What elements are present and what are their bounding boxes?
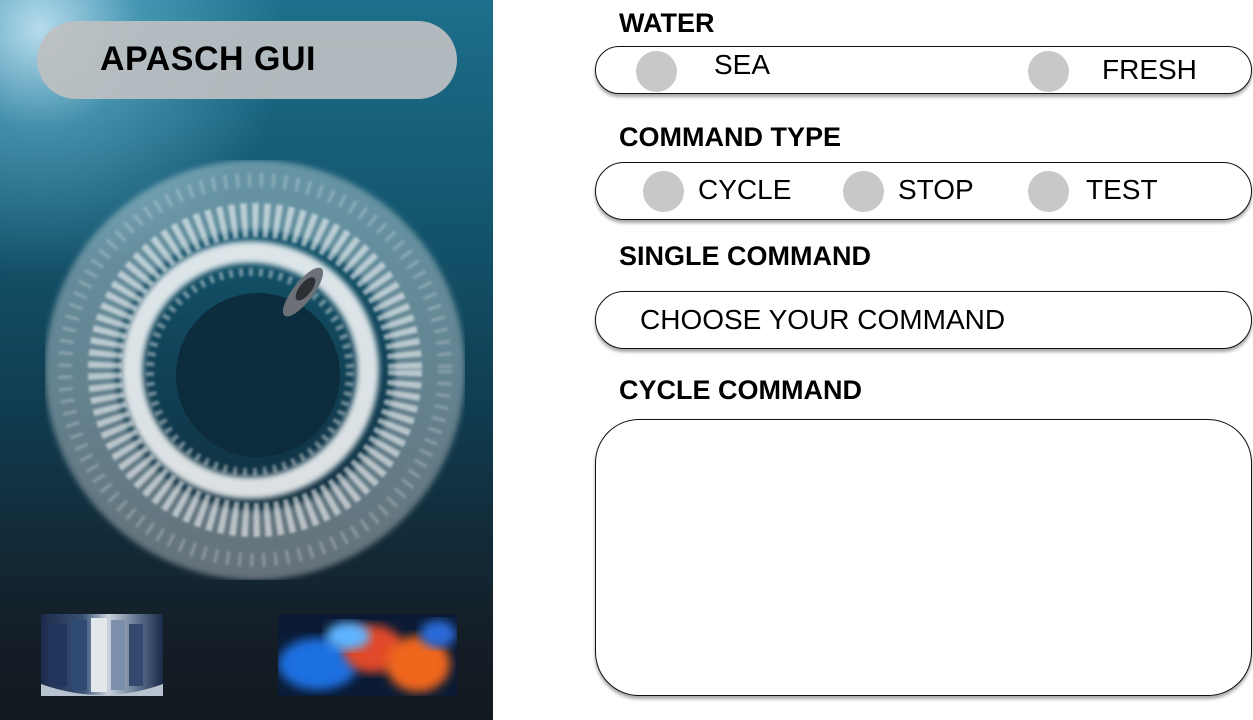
single-command-value[interactable]: CHOOSE YOUR COMMAND [640, 304, 1005, 336]
water-sea-radio[interactable] [636, 51, 677, 92]
command-cycle-label[interactable]: CYCLE [698, 174, 791, 206]
library-architecture-thumbnail [41, 614, 163, 696]
command-test-label[interactable]: TEST [1086, 174, 1158, 206]
command-cycle-radio[interactable] [643, 171, 684, 212]
water-label: WATER [619, 8, 715, 38]
command-stop-radio[interactable] [843, 171, 884, 212]
single-command-label: SINGLE COMMAND [619, 241, 871, 271]
water-sea-label[interactable]: SEA [714, 49, 770, 81]
command-type-label: COMMAND TYPE [619, 122, 841, 152]
water-fresh-label[interactable]: FRESH [1102, 54, 1197, 86]
water-radio-group: SEA FRESH [595, 46, 1252, 94]
command-type-radio-group: CYCLE STOP TEST [595, 162, 1252, 220]
hero-panel: APASCH GUI [0, 0, 493, 720]
cycle-command-label: CYCLE COMMAND [619, 375, 862, 405]
colorful-smoke-thumbnail [278, 614, 457, 696]
cycle-command-textarea[interactable] [595, 419, 1252, 696]
command-test-radio[interactable] [1028, 171, 1069, 212]
water-fresh-radio[interactable] [1028, 51, 1069, 92]
command-stop-label[interactable]: STOP [898, 174, 974, 206]
app-title: APASCH GUI [100, 40, 316, 78]
boat-wake-illustration [45, 160, 465, 580]
